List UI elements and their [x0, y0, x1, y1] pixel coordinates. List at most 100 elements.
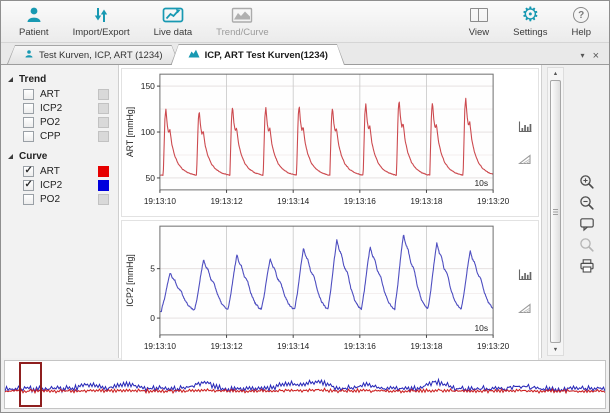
- comment-icon[interactable]: [578, 215, 596, 232]
- search-icon[interactable]: [578, 236, 596, 253]
- chart-side-buttons: [512, 221, 538, 361]
- trend-section-header[interactable]: Trend: [1, 72, 118, 88]
- patient-button[interactable]: Patient: [11, 1, 57, 42]
- trend-art-checkbox[interactable]: [23, 89, 34, 100]
- art-chart-card: 50 100 150 19:13:10 19:13:12 19:13:14 19:13:16…: [121, 68, 539, 217]
- tab-test-kurven[interactable]: Test Kurven, ICP, ART (1234): [7, 45, 180, 64]
- trend-row-po2: PO2: [1, 116, 118, 130]
- curve-row-icp2: ICP2: [1, 179, 118, 193]
- curve-icp2-checkbox[interactable]: [23, 179, 34, 191]
- svg-text:10s: 10s: [474, 323, 488, 333]
- svg-text:19:13:12: 19:13:12: [210, 197, 243, 206]
- import-export-label: Import/Export: [72, 27, 130, 38]
- right-rail: ▲ ▼: [542, 65, 609, 358]
- chart-panel: 50 100 150 19:13:10 19:13:12 19:13:14 19:13:16…: [119, 65, 542, 362]
- svg-text:50: 50: [145, 173, 155, 183]
- section-label: Curve: [19, 151, 48, 162]
- svg-text:5: 5: [150, 264, 155, 274]
- zoom-in-icon[interactable]: [578, 173, 596, 190]
- print-icon[interactable]: [578, 257, 596, 274]
- icp2-waveform-chart: 0 5 19:13:10 19:13:12 19:13:14 19:13:16 19:13:…: [125, 225, 510, 351]
- color-swatch: [98, 103, 109, 114]
- toolbar-right-group: View ⚙ Settings ? Help: [461, 1, 599, 42]
- row-label: ART: [40, 89, 60, 100]
- tab-bar: Test Kurven, ICP, ART (1234) ICP, ART Te…: [1, 43, 609, 65]
- svg-text:10s: 10s: [474, 178, 488, 188]
- svg-text:150: 150: [141, 81, 155, 91]
- settings-button[interactable]: ⚙ Settings: [505, 1, 555, 42]
- row-label: CPP: [40, 131, 61, 142]
- vertical-scrollbar[interactable]: ▲ ▼: [547, 67, 564, 356]
- curve-row-po2: PO2: [1, 193, 118, 207]
- color-swatch: [98, 117, 109, 128]
- help-button[interactable]: ? Help: [563, 1, 599, 42]
- curve-section-header[interactable]: Curve: [1, 149, 118, 165]
- help-icon: ?: [573, 5, 590, 25]
- trend-icp2-checkbox[interactable]: [23, 103, 34, 114]
- curve-po2-checkbox[interactable]: [23, 194, 34, 205]
- tab-icp-art-active[interactable]: ICP, ART Test Kurven(1234): [171, 44, 345, 65]
- trend-po2-checkbox[interactable]: [23, 117, 34, 128]
- svg-text:19:13:14: 19:13:14: [277, 342, 310, 351]
- svg-text:ICP2 [mmHg]: ICP2 [mmHg]: [125, 254, 135, 307]
- svg-text:ART [mmHg]: ART [mmHg]: [125, 107, 135, 157]
- trend-curve-icon: [231, 5, 253, 25]
- overview-waveform: [5, 377, 605, 395]
- trend-cpp-checkbox[interactable]: [23, 131, 34, 142]
- tab-curve-icon: [188, 49, 200, 61]
- svg-text:19:13:20: 19:13:20: [477, 342, 510, 351]
- curve-art-checkbox[interactable]: [23, 165, 34, 177]
- svg-text:100: 100: [141, 127, 155, 137]
- toolbar-left-group: Patient Import/Export Live data Trend/Cu…: [11, 1, 277, 42]
- chart-side-buttons: [512, 69, 538, 216]
- art-waveform-chart: 50 100 150 19:13:10 19:13:12 19:13:14 19:13:16…: [125, 73, 510, 206]
- tab-controls: ▾ ×: [581, 50, 609, 64]
- tab-label: ICP, ART Test Kurven(1234): [204, 49, 328, 61]
- color-swatch: [98, 194, 109, 205]
- timeline-overview[interactable]: [4, 360, 606, 409]
- help-label: Help: [571, 27, 591, 38]
- import-export-icon: [91, 5, 111, 25]
- slope-icon[interactable]: [516, 151, 534, 168]
- scroll-up-icon[interactable]: ▲: [553, 68, 558, 79]
- row-label: PO2: [40, 117, 61, 128]
- bar-chart-icon[interactable]: [516, 266, 534, 283]
- row-label: PO2: [40, 194, 61, 205]
- row-label: ICP2: [40, 103, 63, 114]
- svg-text:0: 0: [150, 313, 155, 323]
- toolbar: Patient Import/Export Live data Trend/Cu…: [1, 1, 609, 43]
- bar-chart-icon[interactable]: [516, 118, 534, 135]
- scroll-down-icon[interactable]: ▼: [553, 344, 558, 355]
- chart-tool-buttons: [564, 65, 609, 358]
- gear-icon: ⚙: [521, 4, 540, 26]
- settings-label: Settings: [513, 27, 548, 38]
- svg-text:19:13:14: 19:13:14: [277, 197, 310, 206]
- section-label: Trend: [19, 74, 47, 85]
- live-data-button[interactable]: Live data: [146, 1, 201, 42]
- color-swatch: [98, 89, 109, 100]
- import-export-button[interactable]: Import/Export: [65, 1, 138, 42]
- expander-icon: [8, 154, 13, 159]
- row-label: ICP2: [40, 180, 63, 191]
- patient-label: Patient: [19, 27, 49, 38]
- slope-icon[interactable]: [516, 299, 534, 316]
- timeline-selection-handle[interactable]: [19, 362, 43, 407]
- svg-text:19:13:20: 19:13:20: [477, 197, 510, 206]
- curve-row-art: ART: [1, 165, 118, 179]
- patient-icon: [24, 5, 44, 25]
- close-icon[interactable]: ×: [593, 50, 599, 61]
- expander-icon: [8, 77, 13, 82]
- live-data-icon: [162, 5, 184, 25]
- svg-text:19:13:18: 19:13:18: [410, 342, 443, 351]
- view-icon: [469, 5, 488, 25]
- view-button[interactable]: View: [461, 1, 497, 42]
- svg-text:19:13:10: 19:13:10: [144, 342, 177, 351]
- tab-label: Test Kurven, ICP, ART (1234): [39, 49, 163, 61]
- zoom-out-icon[interactable]: [578, 194, 596, 211]
- signal-sidebar: Trend ART ICP2 PO2 CPP Curve ART ICP2 PO…: [1, 65, 119, 358]
- trend-curve-button[interactable]: Trend/Curve: [208, 1, 276, 42]
- trend-row-icp2: ICP2: [1, 102, 118, 116]
- scrollbar-thumb[interactable]: [550, 80, 561, 343]
- tab-overflow-icon[interactable]: ▾: [581, 51, 585, 60]
- svg-text:19:13:16: 19:13:16: [344, 197, 377, 206]
